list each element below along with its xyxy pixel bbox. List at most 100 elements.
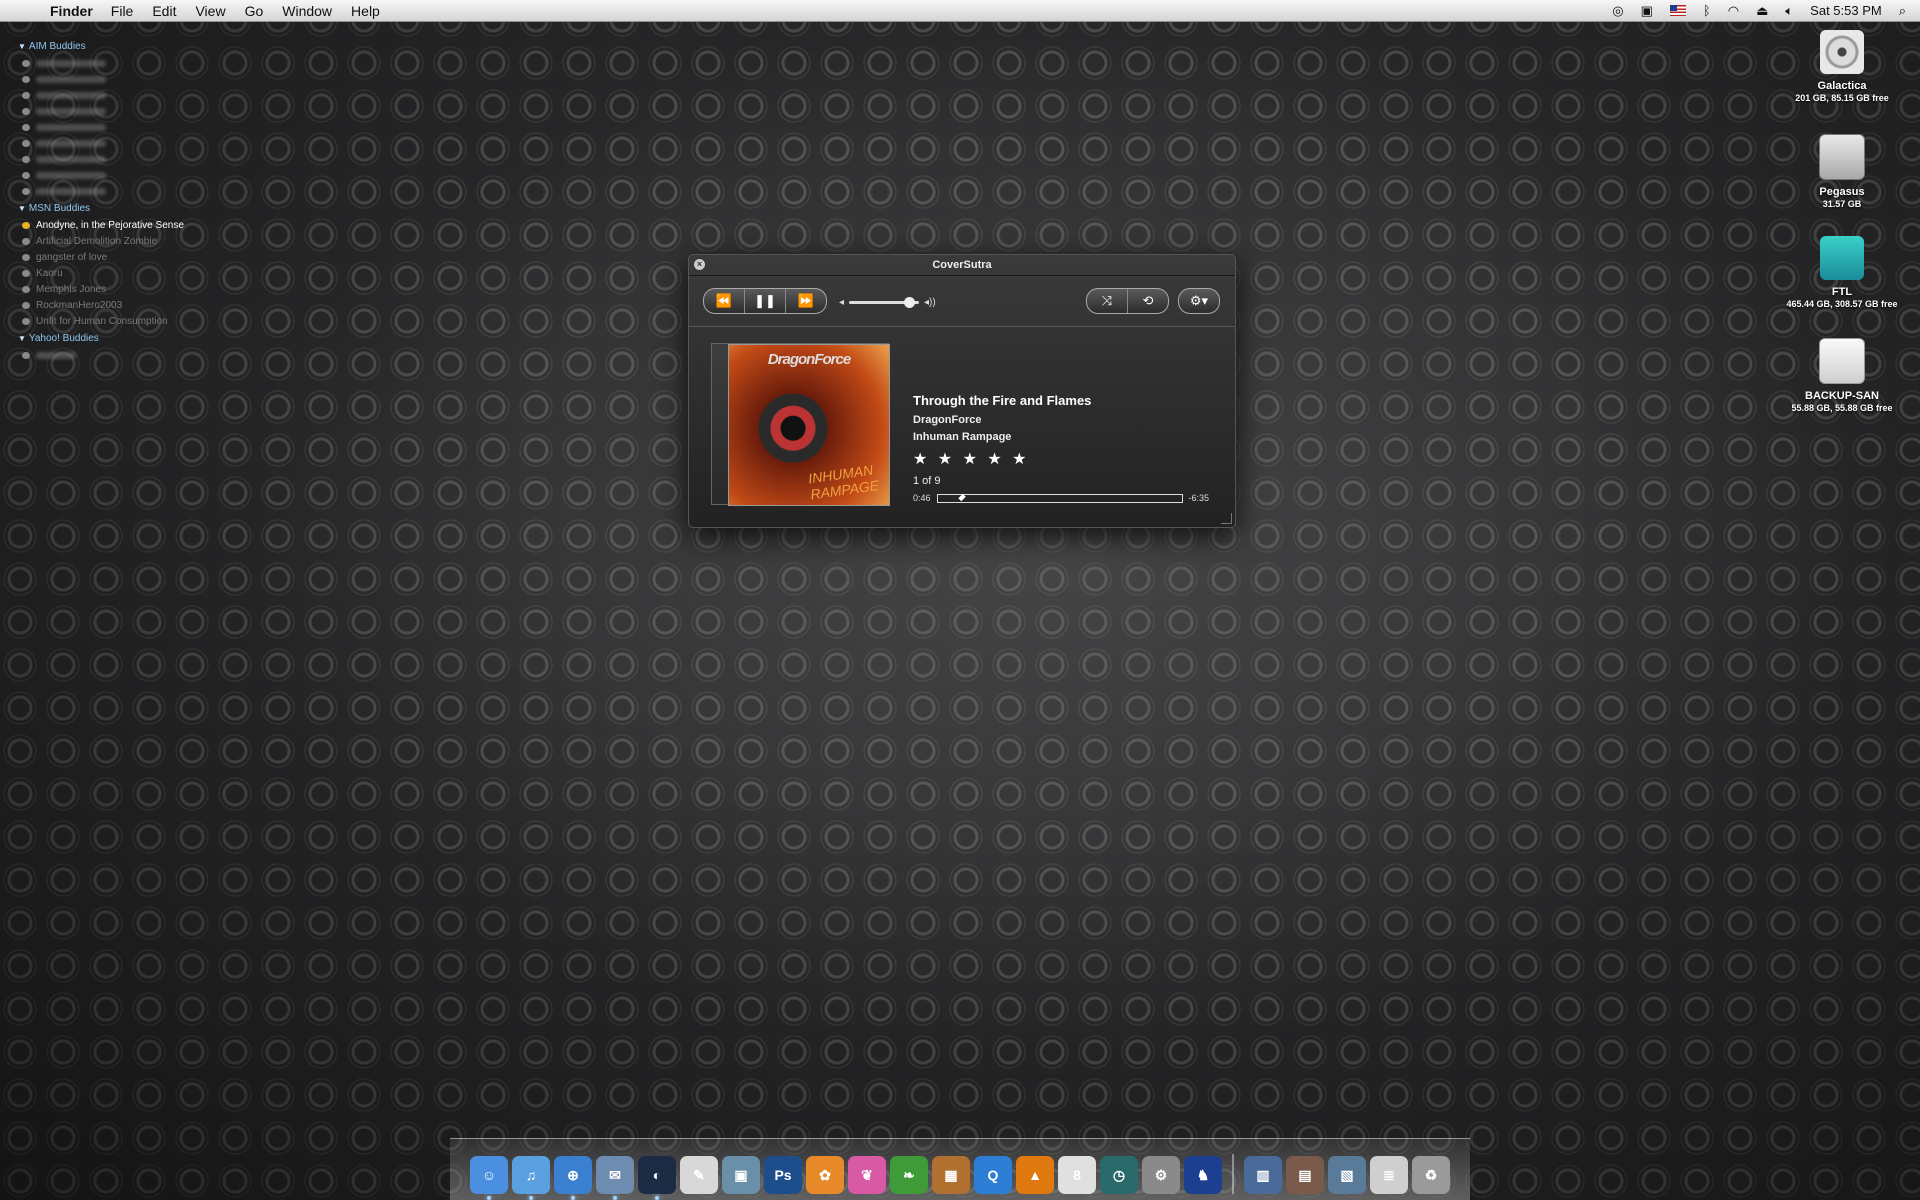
iphoto-icon[interactable]: ▣ xyxy=(722,1156,760,1194)
close-icon[interactable]: × xyxy=(694,259,705,270)
shuffle-button[interactable]: ⤨ xyxy=(1087,289,1128,313)
playmode-controls: ⤨ ⟲ xyxy=(1086,288,1169,314)
cover-band-logo: DragonForce xyxy=(767,351,851,368)
status-icon xyxy=(22,123,30,131)
list-item[interactable] xyxy=(18,135,188,151)
mail-icon[interactable]: ✉ xyxy=(596,1156,634,1194)
flower-app-icon[interactable]: ✿ xyxy=(806,1156,844,1194)
ical-icon[interactable]: 8 xyxy=(1058,1156,1096,1194)
track-info: Through the Fire and Flames DragonForce … xyxy=(913,393,1209,503)
remaining-time: -6:35 xyxy=(1188,493,1210,503)
list-item[interactable] xyxy=(18,167,188,183)
adium-icon[interactable]: ◐ xyxy=(638,1156,676,1194)
textedit-icon[interactable]: ✎ xyxy=(680,1156,718,1194)
status-icon xyxy=(22,269,30,277)
safari-icon[interactable]: ⊕ xyxy=(554,1156,592,1194)
menu-file[interactable]: File xyxy=(111,3,134,19)
album-art[interactable]: DragonForce INHUMAN RAMPAGE xyxy=(711,343,890,506)
resize-handle[interactable] xyxy=(1221,513,1232,524)
hidden-buddy-name xyxy=(36,123,106,131)
volume-knob[interactable] xyxy=(903,297,915,308)
spaces-menu-icon[interactable]: ▣ xyxy=(1641,3,1653,19)
wifi-icon[interactable]: ◠ xyxy=(1728,3,1739,19)
list-item[interactable]: Artificial Demolition Zombie xyxy=(18,233,188,249)
volume-slider[interactable] xyxy=(849,297,920,308)
status-icon xyxy=(22,139,30,147)
list-item[interactable] xyxy=(18,347,188,363)
list-item[interactable]: Unfit for Human Consumption xyxy=(18,313,188,329)
list-item[interactable] xyxy=(18,183,188,199)
group-msn[interactable]: ▼ MSN Buddies xyxy=(18,203,188,214)
status-icon xyxy=(22,253,30,261)
desktop-icon-ftl[interactable]: FTL 465.44 GB, 308.57 GB free xyxy=(1772,236,1912,309)
disclosure-triangle-icon[interactable]: ▼ xyxy=(18,42,26,51)
list-item[interactable]: RockmanHero2003 xyxy=(18,297,188,313)
group-aim[interactable]: ▼ AIM Buddies xyxy=(18,41,188,52)
menu-window[interactable]: Window xyxy=(282,3,332,19)
document-stack-icon[interactable]: ≣ xyxy=(1370,1156,1408,1194)
input-menu-flag-icon[interactable] xyxy=(1669,5,1686,16)
quicktime-icon[interactable]: Q xyxy=(974,1156,1012,1194)
menu-clock[interactable]: Sat 5:53 PM xyxy=(1810,3,1882,18)
itunes-icon[interactable]: ♫ xyxy=(512,1156,550,1194)
time-machine-icon[interactable]: ◷ xyxy=(1100,1156,1138,1194)
folder-stack-icon[interactable]: ▥ xyxy=(1244,1156,1282,1194)
menu-view[interactable]: View xyxy=(195,3,225,19)
status-icon xyxy=(22,155,30,163)
list-item[interactable] xyxy=(18,119,188,135)
window-titlebar[interactable]: × CoverSutra xyxy=(689,255,1235,276)
coversutra-menu-icon[interactable]: ◎ xyxy=(1612,3,1623,19)
list-item[interactable]: Anodyne, in the Pejorative Sense xyxy=(18,217,188,233)
system-preferences-icon[interactable]: ⚙ xyxy=(1142,1156,1180,1194)
vlc-icon[interactable]: ▲ xyxy=(1016,1156,1054,1194)
progress-thumb[interactable] xyxy=(958,493,966,501)
next-button[interactable]: ⏩ xyxy=(786,289,826,313)
menu-edit[interactable]: Edit xyxy=(152,3,176,19)
group-yahoo[interactable]: ▼ Yahoo! Buddies xyxy=(18,333,188,344)
trash-icon[interactable]: ♻ xyxy=(1412,1156,1450,1194)
list-item[interactable] xyxy=(18,103,188,119)
hard-disk-icon xyxy=(1819,134,1865,180)
finder-icon[interactable]: ☺ xyxy=(470,1156,508,1194)
book-stack-icon[interactable]: ▤ xyxy=(1286,1156,1324,1194)
volume-icon[interactable]: 🔈︎ xyxy=(1785,3,1793,19)
list-item[interactable] xyxy=(18,55,188,71)
dragon-app-icon[interactable]: ♞ xyxy=(1184,1156,1222,1194)
progress-bar[interactable] xyxy=(936,493,1183,503)
list-item[interactable] xyxy=(18,151,188,167)
spotlight-icon[interactable]: ⌕ xyxy=(1899,3,1906,19)
previous-button[interactable]: ⏪ xyxy=(704,289,745,313)
photoshop-icon[interactable]: Ps xyxy=(764,1156,802,1194)
menu-help[interactable]: Help xyxy=(351,3,380,19)
disclosure-triangle-icon[interactable]: ▼ xyxy=(18,334,26,343)
status-icon xyxy=(22,285,30,293)
disclosure-triangle-icon[interactable]: ▼ xyxy=(18,204,26,213)
list-item[interactable]: gangster of love xyxy=(18,249,188,265)
leaf-app-icon[interactable]: ❧ xyxy=(890,1156,928,1194)
status-icon xyxy=(22,75,30,83)
list-item[interactable] xyxy=(18,87,188,103)
desktop-icon-galactica[interactable]: Galactica 201 GB, 85.15 GB free xyxy=(1772,30,1912,103)
eject-icon[interactable]: ⏏ xyxy=(1756,3,1768,19)
gear-menu-button[interactable]: ⚙▾ xyxy=(1179,289,1219,313)
status-icon xyxy=(22,301,30,309)
status-icon xyxy=(22,351,30,359)
menu-go[interactable]: Go xyxy=(245,3,264,19)
list-item[interactable]: Kaoru xyxy=(18,265,188,281)
list-item[interactable]: Memphis Jones xyxy=(18,281,188,297)
menu-app-finder[interactable]: Finder xyxy=(50,3,93,19)
repeat-button[interactable]: ⟲ xyxy=(1128,289,1168,313)
bluetooth-icon[interactable]: ᛒ xyxy=(1703,3,1711,18)
list-item[interactable] xyxy=(18,71,188,87)
pause-button[interactable]: ❚❚ xyxy=(745,289,786,313)
rating-stars[interactable]: ★ ★ ★ ★ ★ xyxy=(913,449,1209,469)
hard-disk-icon xyxy=(1820,30,1864,74)
picture-stack-icon[interactable]: ▧ xyxy=(1328,1156,1366,1194)
desktop-icon-backup-san[interactable]: BACKUP-SAN 55.88 GB, 55.88 GB free xyxy=(1772,338,1912,413)
desktop-icon-pegasus[interactable]: Pegasus 31.57 GB xyxy=(1772,134,1912,209)
hidden-buddy-name xyxy=(36,91,106,99)
photo-booth-icon[interactable]: ▦ xyxy=(932,1156,970,1194)
settings-control: ⚙▾ xyxy=(1178,288,1220,314)
elapsed-time: 0:46 xyxy=(913,493,931,503)
butterfly-app-icon[interactable]: ❦ xyxy=(848,1156,886,1194)
